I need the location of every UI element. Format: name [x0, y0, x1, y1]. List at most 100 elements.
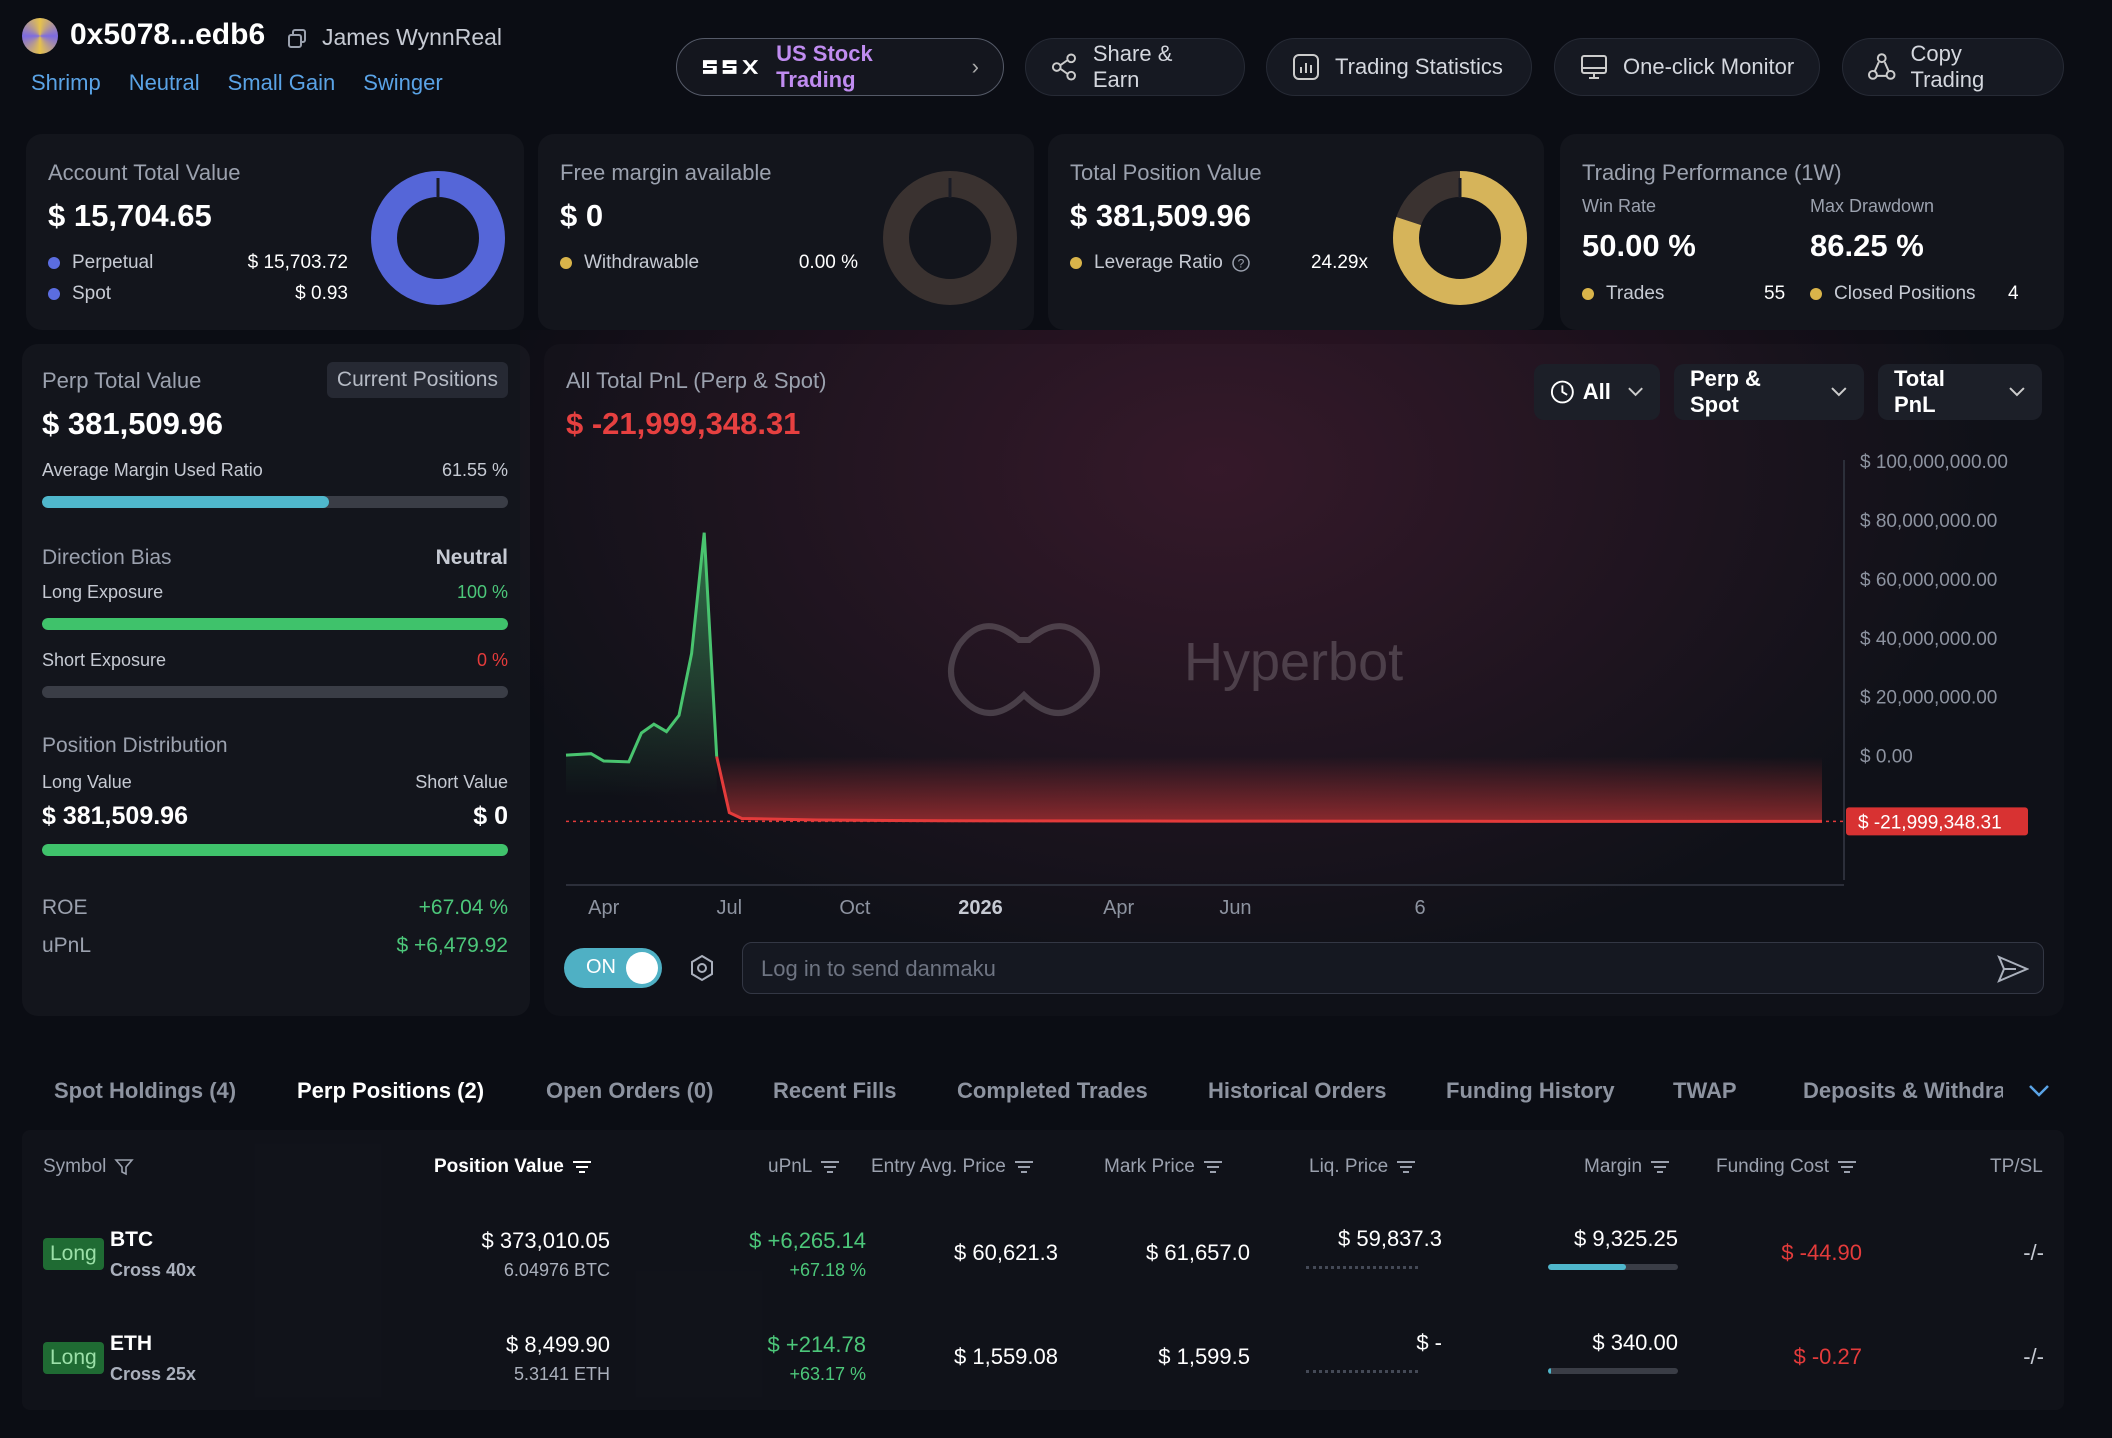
- win-rate-value: 50.00 %: [1582, 228, 1696, 263]
- leverage-dot: [1070, 257, 1082, 269]
- perpetual-value: $ 15,703.72: [247, 252, 348, 273]
- x-tick-label: Jul: [716, 897, 742, 919]
- tab-deposits-withdraw[interactable]: Deposits & Withdraw: [1803, 1078, 2003, 1104]
- tag-small-gain[interactable]: Small Gain: [228, 70, 336, 96]
- perpetual-label: Perpetual: [72, 252, 154, 273]
- y-tick-label: $ 80,000,000.00: [1860, 511, 1997, 532]
- closed-positions-value: 4: [2008, 283, 2019, 304]
- margin-mode: Cross 40x: [110, 1260, 197, 1280]
- symbol[interactable]: ETH: [110, 1332, 152, 1356]
- col-position-value[interactable]: Position Value: [434, 1156, 592, 1178]
- copy-icon[interactable]: [286, 28, 308, 55]
- chevron-right-icon: ›: [971, 54, 979, 79]
- total-position-title: Total Position Value: [1070, 160, 1262, 185]
- roe-value: +67.04 %: [418, 896, 508, 919]
- sort-icon[interactable]: [1203, 1160, 1223, 1174]
- danmaku-toggle[interactable]: ON: [564, 948, 662, 988]
- withdrawable-value: 0.00 %: [798, 252, 858, 273]
- tag-swinger[interactable]: Swinger: [363, 70, 442, 96]
- funding-cost: $ -44.90: [1781, 1240, 1862, 1265]
- trades-dot: [1582, 288, 1594, 300]
- margin-bar: [1548, 1368, 1678, 1374]
- col-upnl[interactable]: uPnL: [768, 1156, 840, 1178]
- y-tick-label: $ 20,000,000.00: [1860, 688, 1997, 709]
- metric-filter-dropdown[interactable]: Total PnL: [1878, 364, 2042, 420]
- svg-text:?: ?: [1238, 257, 1245, 271]
- account-total-card: Account Total Value $ 15,704.65 Perpetua…: [26, 134, 524, 330]
- sort-icon[interactable]: [1650, 1160, 1670, 1174]
- col-margin[interactable]: Margin: [1584, 1156, 1670, 1178]
- tabs-expand-icon[interactable]: [2028, 1084, 2050, 1103]
- sort-icon[interactable]: [1396, 1160, 1416, 1174]
- col-funding-cost[interactable]: Funding Cost: [1716, 1156, 1857, 1178]
- symbol[interactable]: BTC: [110, 1228, 153, 1252]
- tag-neutral[interactable]: Neutral: [129, 70, 200, 96]
- toggle-label: ON: [586, 956, 616, 978]
- pnl-positive-area: [566, 532, 717, 797]
- sort-icon[interactable]: [820, 1160, 840, 1174]
- short-exposure-value: 0 %: [476, 650, 508, 670]
- free-margin-value: $ 0: [560, 198, 604, 233]
- side-badge: Long: [43, 1342, 104, 1374]
- performance-title: Trading Performance (1W): [1582, 160, 1842, 185]
- tab-open-orders[interactable]: Open Orders (0): [546, 1078, 713, 1104]
- tab-completed-trades[interactable]: Completed Trades: [957, 1078, 1148, 1104]
- account-name[interactable]: James WynnReal: [322, 24, 502, 51]
- table-row[interactable]: Long BTC Cross 40x $ 373,010.05 6.04976 …: [22, 1202, 2064, 1306]
- tpsl[interactable]: -/-: [2023, 1344, 2044, 1370]
- brand-logo-icon: [702, 60, 759, 74]
- col-symbol[interactable]: Symbol: [43, 1156, 135, 1178]
- tab-perp-positions[interactable]: Perp Positions (2): [297, 1078, 484, 1104]
- us-stock-trading-button[interactable]: US Stock Trading ›: [676, 38, 1004, 96]
- current-positions-button[interactable]: Current Positions: [326, 362, 508, 398]
- chevron-down-icon: [2009, 387, 2025, 397]
- x-tick-label: 6: [1415, 897, 1426, 919]
- margin-ratio-label: Average Margin Used Ratio: [42, 460, 263, 480]
- col-tpsl-label: TP/SL: [1990, 1156, 2043, 1177]
- entry-price: $ 1,559.08: [954, 1344, 1058, 1369]
- pnl-value: $ -21,999,348.31: [566, 406, 801, 441]
- short-value-label: Short Value: [415, 772, 508, 792]
- filter-icon[interactable]: [114, 1157, 135, 1177]
- danmaku-input[interactable]: Log in to send danmaku: [742, 942, 2044, 994]
- help-icon[interactable]: ?: [1231, 253, 1251, 273]
- one-click-monitor-button[interactable]: One-click Monitor: [1554, 38, 1820, 96]
- copy-trading-button[interactable]: Copy Trading: [1842, 38, 2064, 96]
- metric-filter-label: Total PnL: [1894, 366, 1945, 417]
- share-earn-label: Share & Earn: [1092, 41, 1173, 92]
- col-entry-price[interactable]: Entry Avg. Price: [871, 1156, 1034, 1178]
- x-tick-label: Oct: [839, 897, 871, 919]
- upnl-percent: +63.17 %: [789, 1364, 866, 1384]
- trading-statistics-button[interactable]: Trading Statistics: [1266, 38, 1532, 96]
- col-mark-price[interactable]: Mark Price: [1104, 1156, 1223, 1178]
- table-row[interactable]: Long ETH Cross 25x $ 8,499.90 5.3141 ETH…: [22, 1306, 2064, 1410]
- col-liq-price[interactable]: Liq. Price: [1309, 1156, 1416, 1178]
- max-drawdown-value: 86.25 %: [1810, 228, 1924, 263]
- pnl-negative-area: [716, 756, 1823, 822]
- liq-price-underline: [1306, 1266, 1418, 1269]
- tpsl[interactable]: -/-: [2023, 1240, 2044, 1266]
- send-icon[interactable]: [1997, 955, 2029, 983]
- liq-price-underline: [1306, 1370, 1418, 1373]
- tab-funding-history[interactable]: Funding History: [1446, 1078, 1615, 1104]
- sort-icon[interactable]: [572, 1160, 592, 1174]
- sort-icon[interactable]: [1014, 1160, 1034, 1174]
- direction-bias-value: Neutral: [435, 546, 508, 569]
- short-exposure-label: Short Exposure: [42, 650, 167, 670]
- account-total-title: Account Total Value: [48, 160, 241, 185]
- danmaku-placeholder: Log in to send danmaku: [761, 956, 996, 981]
- direction-bias-label: Direction Bias: [42, 546, 172, 569]
- sort-icon[interactable]: [1837, 1160, 1857, 1174]
- tab-historical-orders[interactable]: Historical Orders: [1208, 1078, 1387, 1104]
- position-value: $ 8,499.90: [506, 1332, 610, 1357]
- tab-recent-fills[interactable]: Recent Fills: [773, 1078, 896, 1104]
- tab-spot-holdings[interactable]: Spot Holdings (4): [54, 1078, 236, 1104]
- time-filter-dropdown[interactable]: All: [1534, 364, 1660, 420]
- danmaku-settings-icon[interactable]: [688, 954, 716, 987]
- market-filter-dropdown[interactable]: Perp & Spot: [1674, 364, 1864, 420]
- tab-twap[interactable]: TWAP: [1673, 1078, 1737, 1104]
- margin-ratio-fill: [42, 496, 329, 508]
- roe-label: ROE: [42, 896, 88, 919]
- tag-shrimp[interactable]: Shrimp: [31, 70, 101, 96]
- share-earn-button[interactable]: Share & Earn: [1025, 38, 1245, 96]
